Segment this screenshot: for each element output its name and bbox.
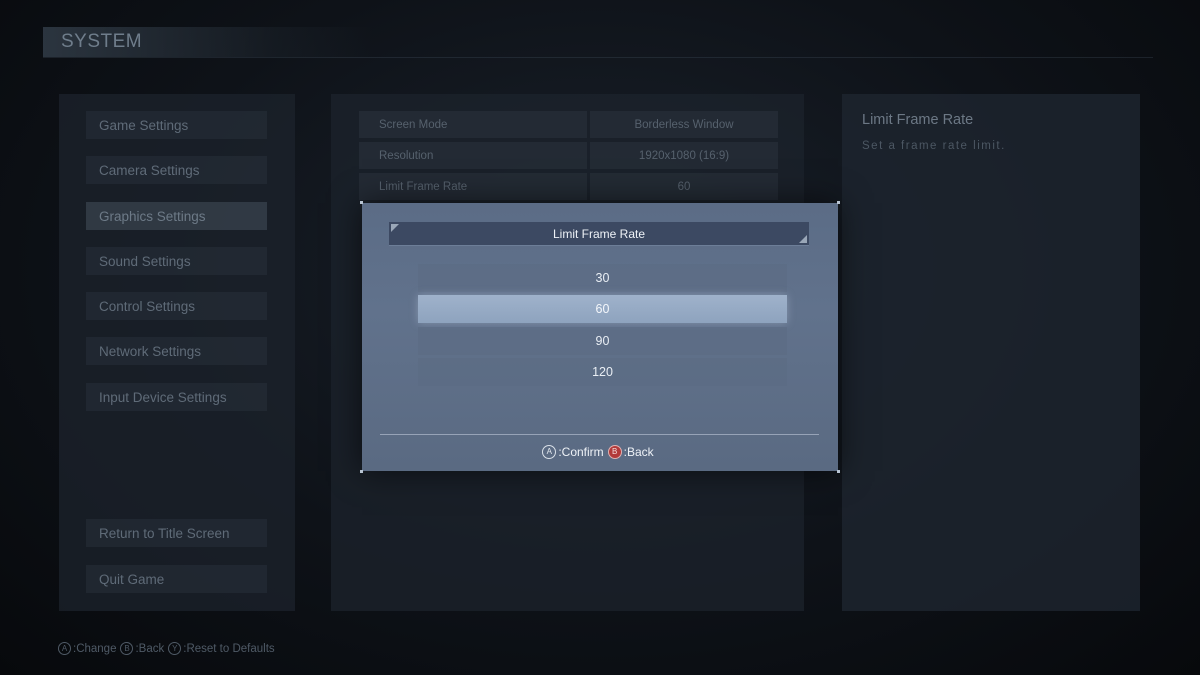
option-60[interactable]: 60 <box>418 295 787 323</box>
dialog-hints: A :Confirm B :Back <box>362 445 838 459</box>
controller-hints: A :Change B :Back Y :Reset to Defaults <box>58 642 279 655</box>
menu-item-graphics-settings[interactable]: Graphics Settings <box>86 202 267 230</box>
system-screen: SYSTEM Game Settings Camera Settings Gra… <box>0 0 1200 675</box>
b-button-icon: B <box>120 642 134 655</box>
setting-value: Borderless Window <box>590 111 778 138</box>
corner-marker <box>837 201 840 204</box>
corner-marker <box>360 201 363 204</box>
option-120[interactable]: 120 <box>418 358 787 386</box>
hint-reset-defaults: :Reset to Defaults <box>183 642 275 655</box>
setting-name: Resolution <box>359 142 587 169</box>
a-button-icon: A <box>58 642 71 655</box>
corner-triangle-icon <box>799 235 807 243</box>
hint-back[interactable]: :Back <box>624 445 654 459</box>
description-panel <box>842 94 1140 611</box>
dialog-divider <box>380 434 819 435</box>
menu-item-input-device-settings[interactable]: Input Device Settings <box>86 383 267 411</box>
setting-name: Limit Frame Rate <box>359 173 587 200</box>
a-button-icon: A <box>542 445 557 459</box>
menu-item-game-settings[interactable]: Game Settings <box>86 111 267 139</box>
b-button-icon: B <box>607 445 622 459</box>
quit-game-button[interactable]: Quit Game <box>86 565 267 593</box>
corner-marker <box>837 470 840 473</box>
setting-value: 1920x1080 (16:9) <box>590 142 778 169</box>
corner-marker <box>360 470 363 473</box>
frame-rate-dialog: Limit Frame Rate 30 60 90 120 A :Confirm… <box>360 201 840 473</box>
hint-confirm[interactable]: :Confirm <box>558 445 603 459</box>
menu-item-sound-settings[interactable]: Sound Settings <box>86 247 267 275</box>
setting-name: Screen Mode <box>359 111 587 138</box>
return-to-title-button[interactable]: Return to Title Screen <box>86 519 267 547</box>
header-divider <box>43 57 1153 58</box>
setting-row-limit-frame-rate[interactable]: Limit Frame Rate 60 <box>359 173 778 200</box>
hint-back: :Back <box>135 642 165 655</box>
dialog-title-bar: Limit Frame Rate <box>389 222 809 246</box>
page-title: SYSTEM <box>61 31 143 52</box>
dialog-title: Limit Frame Rate <box>552 227 646 241</box>
option-30[interactable]: 30 <box>418 264 787 292</box>
menu-item-camera-settings[interactable]: Camera Settings <box>86 156 267 184</box>
description-title: Limit Frame Rate <box>862 112 974 128</box>
setting-row-screen-mode[interactable]: Screen Mode Borderless Window <box>359 111 778 138</box>
setting-value: 60 <box>590 173 778 200</box>
description-text: Set a frame rate limit. <box>862 140 1006 152</box>
menu-item-control-settings[interactable]: Control Settings <box>86 292 267 320</box>
option-90[interactable]: 90 <box>418 327 787 355</box>
menu-item-network-settings[interactable]: Network Settings <box>86 337 267 365</box>
hint-change: :Change <box>73 642 117 655</box>
setting-row-resolution[interactable]: Resolution 1920x1080 (16:9) <box>359 142 778 169</box>
y-button-icon: Y <box>168 642 182 655</box>
